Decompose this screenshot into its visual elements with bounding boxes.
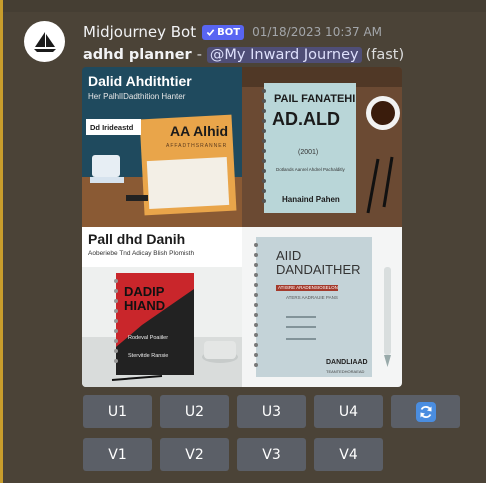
message-header: Midjourney Bot BOT 01/18/2023 10:37 AM [83, 21, 382, 43]
generated-image-grid[interactable]: Dalid Ahdithtier Her PalhlIDadthition Ha… [82, 67, 402, 387]
tile-2-author: Hanaind Pahen [282, 195, 340, 204]
sailboat-icon [33, 31, 56, 52]
image-tile-1: Dalid Ahdithtier Her PalhlIDadthition Ha… [82, 67, 242, 227]
tile-3-cover-small: Rodeval Poaiiler [128, 335, 169, 341]
upscale-button-3[interactable]: U3 [237, 395, 306, 428]
username[interactable]: Midjourney Bot [83, 23, 196, 41]
tile-1-card-title: AA Alhid [170, 123, 229, 139]
tile-3-cover-small2: Stervitde Ransie [128, 353, 169, 359]
image-tile-3: Pall dhd Danih Aoberiebe Tnd Adicay Blis… [82, 227, 242, 387]
tile-1-subtitle: Her PalhlIDadthition Hanter [88, 92, 186, 101]
reroll-button[interactable] [391, 395, 460, 428]
tile-1-label: Dd Irideastd [90, 123, 134, 132]
upscale-button-1[interactable]: U1 [83, 395, 152, 428]
tile-2-title: PAIL FANATEHI [274, 93, 356, 105]
tile-4-tag: ATIISRE ARADENSIOSELON [278, 285, 338, 290]
tile-2-line: Dotlands Aanrel Ahdrel Pachalditly [276, 167, 345, 172]
tile-2-big: AD.ALD [272, 109, 340, 129]
avatar[interactable] [24, 21, 65, 62]
variation-button-1[interactable]: V1 [83, 438, 152, 471]
variation-button-2[interactable]: V2 [160, 438, 229, 471]
image-tile-4: AIID DANDAITHER ATIISRE ARADENSIOSELON A… [242, 227, 402, 387]
variation-button-3[interactable]: V3 [237, 438, 306, 471]
separator: - [196, 47, 202, 63]
tile-3-title: Pall dhd Danih [88, 231, 186, 247]
refresh-icon [415, 401, 436, 422]
variation-button-4[interactable]: V4 [314, 438, 383, 471]
timestamp: 01/18/2023 10:37 AM [252, 25, 383, 39]
message-content: adhd planner - @My Inward Journey (fast) [83, 44, 404, 66]
mode-label: (fast) [365, 47, 405, 63]
tile-4-footer: DANDLIAAD [326, 359, 368, 366]
image-tile-2: PAIL FANATEHI AD.ALD (2001) Dotlands Aan… [242, 67, 402, 227]
prompt-text: adhd planner [83, 47, 192, 63]
mention-highlight-bar [0, 0, 3, 483]
tile-4-title: AIID DANDAITHER [276, 248, 361, 277]
upscale-button-4[interactable]: U4 [314, 395, 383, 428]
upscale-button-2[interactable]: U2 [160, 395, 229, 428]
tile-1-card-sub: AFFADTHSRANNER [166, 143, 228, 149]
variation-button-row: V1 V2 V3 V4 [83, 438, 383, 471]
tile-3-cover: DADIP HIAND [124, 284, 166, 313]
user-mention[interactable]: @My Inward Journey [206, 47, 362, 63]
tile-4-sub: ATERS AADRAUIE PANS [286, 295, 338, 300]
bot-badge-label: BOT [217, 26, 241, 38]
upscale-button-row: U1 U2 U3 U4 [83, 395, 460, 428]
tile-1-title: Dalid Ahdithtier [88, 73, 192, 89]
top-strip [0, 0, 486, 12]
tile-4-footer-sub: TEANTEDHORAEAD [326, 369, 365, 374]
bot-badge: BOT [202, 24, 245, 40]
verified-check-icon [206, 28, 215, 36]
tile-3-subtitle: Aoberiebe Tnd Adicay Blish Plomisth [88, 250, 195, 257]
tile-2-year: (2001) [298, 149, 319, 156]
